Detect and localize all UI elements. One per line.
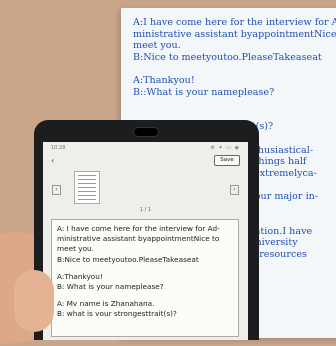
next-page-icon[interactable]: › bbox=[230, 185, 239, 195]
ocr-text-line: ministrative assistant byappointmentNice… bbox=[57, 234, 220, 244]
ocr-text-line bbox=[57, 292, 233, 299]
paper-text-line: meet you. bbox=[133, 40, 181, 52]
page-indicator: 1 / 1 bbox=[139, 207, 152, 213]
paper-text-line: A:I have come here for the interview for… bbox=[133, 17, 336, 28]
ocr-text-area[interactable]: A: I have come here for the interview fo… bbox=[51, 219, 239, 337]
thumb bbox=[14, 270, 54, 332]
ocr-text-line: B: what is vour strongesttrait(s)? bbox=[57, 309, 177, 319]
device-screen: 10:28 ⚙ ✦ ▭ ◉ ‹ Save ‹ › 1 / 1 A: I have… bbox=[43, 142, 248, 340]
ocr-text-line: B: What is your nameplease? bbox=[57, 282, 164, 292]
save-button[interactable]: Save bbox=[214, 155, 240, 166]
paper-text-line: A:Thankyou! bbox=[133, 75, 195, 86]
e-reader-device: 10:28 ⚙ ✦ ▭ ◉ ‹ Save ‹ › 1 / 1 A: I have… bbox=[34, 120, 259, 340]
status-time: 10:28 bbox=[51, 145, 66, 151]
paper-text-line: B:Nice to meetyoutoo.PleaseTakeaseat bbox=[133, 51, 322, 63]
camera-notch bbox=[133, 127, 159, 137]
ocr-text-line: A:Thankyou! bbox=[57, 271, 103, 281]
ocr-text-line: A: I have come here for the interview fo… bbox=[57, 224, 220, 233]
ocr-text-line bbox=[57, 265, 233, 272]
prev-page-icon[interactable]: ‹ bbox=[52, 185, 61, 195]
status-icons: ⚙ ✦ ▭ ◉ bbox=[210, 145, 240, 151]
paper-text-line: ministrative assistant byappointmentNice… bbox=[133, 28, 336, 40]
ocr-text-line: meet you. bbox=[57, 244, 94, 254]
paper-text-line: B::What is your nameplease? bbox=[133, 86, 275, 98]
ocr-text-line: A: Mv name is Zhanahana. bbox=[57, 299, 155, 309]
status-bar: 10:28 ⚙ ✦ ▭ ◉ bbox=[51, 145, 240, 151]
ocr-text-line: B:Nice to meetyoutoo.PleaseTakeaseat bbox=[57, 254, 199, 264]
document-thumbnail[interactable] bbox=[74, 171, 100, 204]
back-icon[interactable]: ‹ bbox=[51, 156, 54, 165]
